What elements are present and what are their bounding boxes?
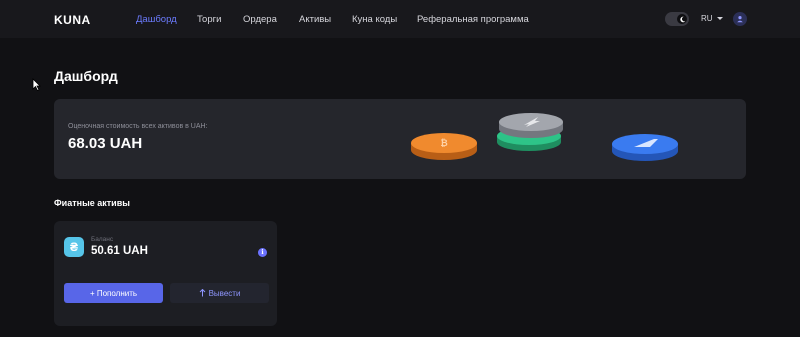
blue-coin-icon: [612, 134, 678, 161]
page-title: Дашборд: [54, 68, 118, 84]
language-selector[interactable]: RU: [701, 14, 723, 23]
fiat-assets-title: Фиатные активы: [54, 198, 130, 208]
arrow-up-icon: [199, 289, 205, 297]
deposit-button-label: + Пополнить: [89, 288, 138, 298]
moon-icon: [677, 14, 687, 24]
grey-coin-icon: [499, 113, 563, 138]
info-icon[interactable]: i: [258, 248, 267, 257]
balance-amount: 50.61 UAH: [91, 245, 148, 257]
avatar[interactable]: [733, 12, 747, 26]
bitcoin-coin-icon: ₿: [411, 133, 477, 160]
nav-item-orders[interactable]: Ордера: [243, 14, 277, 25]
kuna-logo[interactable]: KUNA: [54, 13, 91, 27]
nav-item-referral[interactable]: Реферальная программа: [417, 14, 529, 25]
nav-item-kuna-codes[interactable]: Куна коды: [352, 14, 397, 25]
nav-item-trading[interactable]: Торги: [197, 14, 221, 25]
hryvnia-currency-icon: ₴: [64, 237, 84, 257]
language-label: RU: [701, 14, 713, 23]
deposit-button[interactable]: + Пополнить: [64, 283, 163, 303]
theme-toggle[interactable]: [665, 12, 689, 26]
nav-item-dashboard[interactable]: Дашборд: [136, 14, 177, 25]
withdraw-button-label: Вывести: [208, 288, 241, 298]
top-navigation-bar: KUNA Дашборд Торги Ордера Активы Куна ко…: [0, 0, 800, 38]
mouse-cursor-icon: [32, 78, 41, 96]
fiat-asset-card: ₴ Баланс 50.61 UAH i + Пополнить Вывести: [54, 221, 277, 326]
withdraw-button[interactable]: Вывести: [170, 283, 269, 303]
svg-text:₿: ₿: [440, 138, 447, 149]
portfolio-value-card: Оценочная стоимость всех активов в UAH: …: [54, 99, 746, 179]
balance-label: Баланс: [91, 236, 114, 243]
coins-illustration: ₿: [411, 113, 678, 161]
nav-item-assets[interactable]: Активы: [299, 14, 331, 25]
chevron-down-icon: [716, 17, 723, 20]
user-icon: [737, 16, 743, 23]
